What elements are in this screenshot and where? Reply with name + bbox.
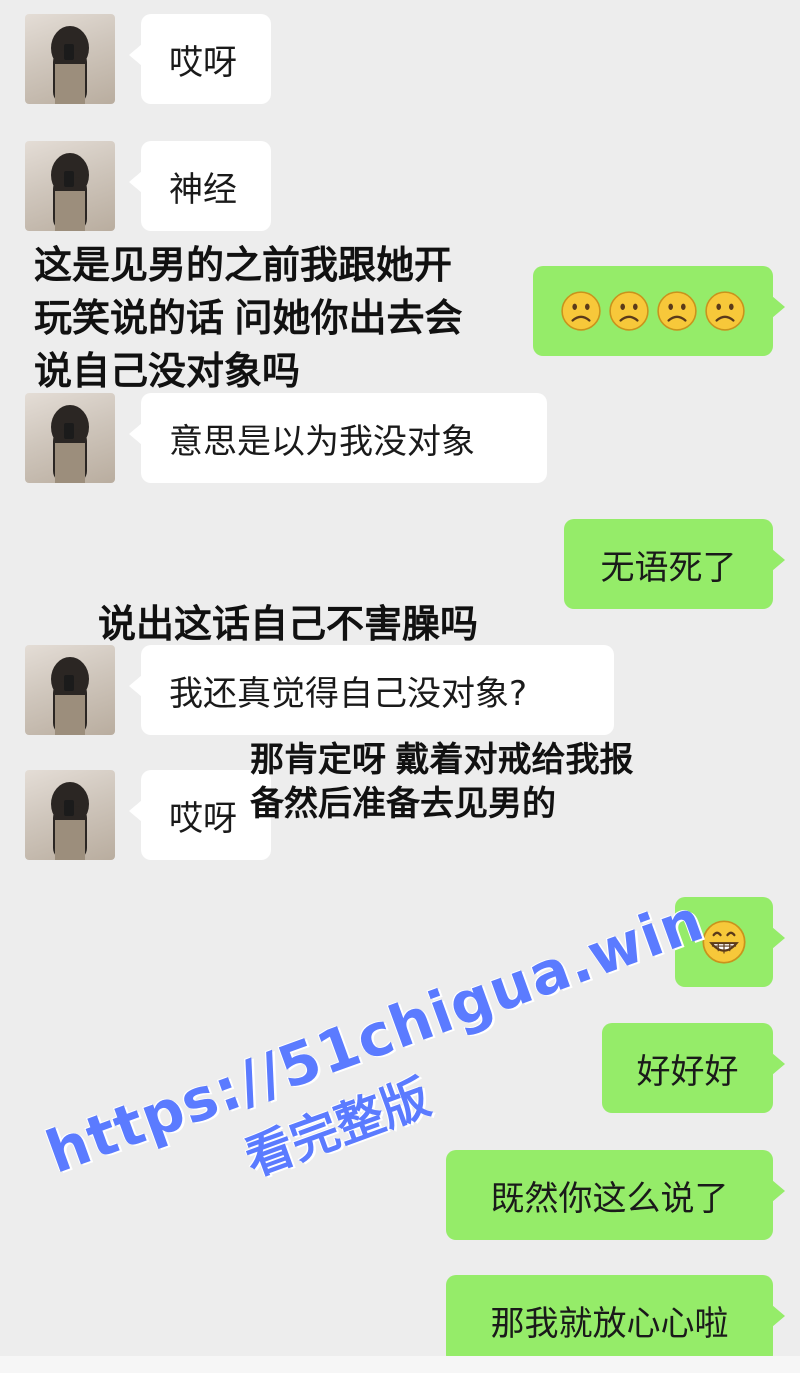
message-bubble-incoming[interactable]: 我还真觉得自己没对象? xyxy=(129,645,614,735)
contact-avatar[interactable] xyxy=(25,393,115,483)
message-text: 无语死了 xyxy=(600,547,737,588)
annotation-line: 说自己没对象吗 xyxy=(34,351,301,393)
contact-avatar[interactable] xyxy=(25,14,115,104)
message-text: 那我就放心心啦 xyxy=(490,1303,729,1344)
message-bubble-incoming[interactable]: 神经 xyxy=(129,141,271,231)
message-text: 意思是以为我没对象 xyxy=(169,421,475,462)
annotation-text: 那肯定呀 戴着对戒给我报 备然后准备去见男的 xyxy=(250,738,633,826)
annotation-line: 那肯定呀 戴着对戒给我报 xyxy=(250,741,634,779)
contact-avatar[interactable] xyxy=(25,645,115,735)
emoji-row xyxy=(560,290,746,332)
annotation-text: 说出这话自己不害臊吗 xyxy=(98,600,478,650)
frowning-face-icon xyxy=(705,291,745,331)
frowning-face-icon xyxy=(657,291,697,331)
message-text: 好好好 xyxy=(636,1051,739,1092)
contact-avatar[interactable] xyxy=(25,141,115,231)
message-text: 哎呀 xyxy=(169,798,237,839)
annotation-line: 说出这话自己不害臊吗 xyxy=(98,604,479,646)
message-bubble-outgoing[interactable]: 无语死了 xyxy=(564,519,785,609)
message-bubble-incoming[interactable]: 意思是以为我没对象 xyxy=(129,393,547,483)
message-text: 我还真觉得自己没对象? xyxy=(169,673,528,714)
message-text: 神经 xyxy=(169,169,237,210)
message-bubble-outgoing[interactable]: 好好好 xyxy=(602,1023,785,1113)
message-bubble-outgoing[interactable]: 那我就放心心啦 xyxy=(446,1275,785,1365)
annotation-line: 备然后准备去见男的 xyxy=(250,785,556,823)
bottom-edge xyxy=(0,1356,800,1373)
frowning-face-icon xyxy=(609,291,649,331)
message-bubble-incoming[interactable]: 哎呀 xyxy=(129,14,271,104)
message-text: 哎呀 xyxy=(169,42,237,83)
message-bubble-outgoing[interactable] xyxy=(533,266,785,356)
annotation-text: 这是见男的之前我跟她开 玩笑说的话 问她你出去会 说自己没对象吗 xyxy=(34,240,463,399)
annotation-line: 这是见男的之前我跟她开 xyxy=(34,245,453,287)
annotation-line: 玩笑说的话 问她你出去会 xyxy=(34,298,463,340)
frowning-face-icon xyxy=(561,291,601,331)
contact-avatar[interactable] xyxy=(25,770,115,860)
